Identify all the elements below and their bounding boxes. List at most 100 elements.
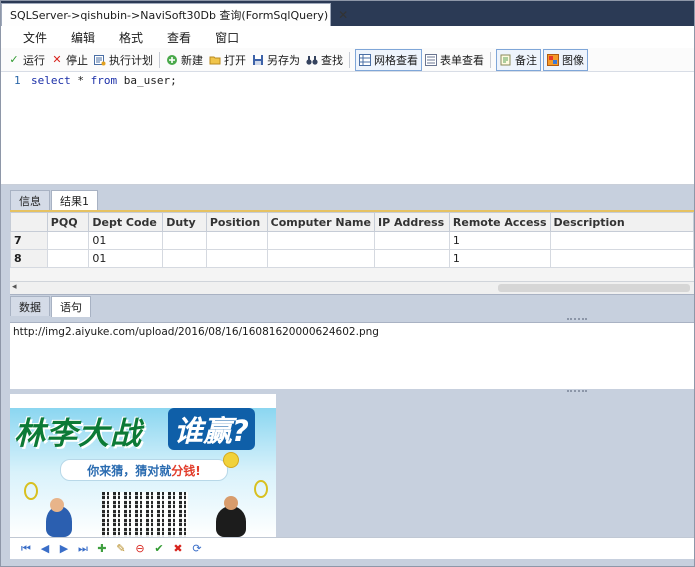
column-header[interactable]: Description — [549, 212, 694, 232]
edit-record-icon[interactable]: ✎ — [113, 541, 129, 557]
document-tab[interactable]: SQLServer->qishubin->NaviSoft30Db 查询(For… — [1, 3, 348, 26]
new-button[interactable]: 新建 — [163, 50, 206, 70]
field-text-value[interactable]: http://img2.aiyuke.com/upload/2016/08/16… — [13, 326, 379, 338]
image-button[interactable]: 图像 — [543, 48, 588, 71]
column-header[interactable]: Position — [205, 212, 268, 232]
grid-cell[interactable] — [266, 231, 375, 250]
column-header[interactable]: Duty — [162, 212, 207, 232]
grid-cell[interactable] — [205, 249, 268, 268]
open-button[interactable]: 打开 — [206, 50, 249, 70]
grid-cell[interactable] — [373, 231, 450, 250]
toolbar-separator — [490, 51, 491, 68]
last-record-icon[interactable]: ⏭ — [75, 541, 91, 557]
tab-info[interactable]: 信息 — [10, 190, 50, 210]
document-tab-strip: SQLServer->qishubin->NaviSoft30Db 查询(For… — [1, 1, 694, 26]
sql-keyword: select — [31, 74, 71, 87]
menu-file[interactable]: 文件 — [1, 29, 59, 46]
column-header[interactable]: Remote Access — [448, 212, 551, 232]
tab-statement[interactable]: 语句 — [51, 296, 91, 317]
save-icon — [252, 54, 264, 66]
grid-cell[interactable]: 1 — [448, 249, 551, 268]
first-record-icon[interactable]: ⏮ — [18, 541, 34, 557]
shuttlecock-icon — [223, 452, 239, 468]
grid-cell[interactable] — [162, 249, 207, 268]
line-number: 1 — [14, 74, 21, 87]
player-left-head-icon — [50, 498, 64, 512]
query-window: SQLServer->qishubin->NaviSoft30Db 查询(For… — [0, 0, 695, 567]
line-gutter: 1 — [1, 72, 23, 184]
prev-record-icon[interactable]: ◀ — [37, 541, 53, 557]
grid-cell[interactable] — [46, 231, 90, 250]
table-row[interactable]: 7 01 1 — [10, 231, 694, 250]
document-tab-title: SQLServer->qishubin->NaviSoft30Db 查询(For… — [10, 9, 329, 22]
close-icon[interactable]: ✕ — [338, 8, 348, 22]
record-navigator: ⏮ ◀ ▶ ⏭ ✚ ✎ ⊖ ✔ ✖ ⟳ — [10, 537, 694, 559]
grid-cell[interactable] — [373, 249, 450, 268]
form-view-label: 表单查看 — [440, 53, 484, 67]
grid-cell[interactable]: 01 — [88, 231, 164, 250]
new-icon — [166, 54, 178, 66]
menu-edit[interactable]: 编辑 — [59, 29, 107, 46]
grid-cell[interactable] — [549, 231, 694, 250]
memo-label: 备注 — [515, 53, 537, 67]
banner-image: 林李大战 谁赢? 你来猜，猜对就 分钱! — [10, 394, 276, 537]
save-as-label: 另存为 — [267, 53, 300, 67]
stop-button[interactable]: ✕ 停止 — [48, 50, 91, 70]
menu-view[interactable]: 查看 — [155, 29, 203, 46]
memo-button[interactable]: 备注 — [496, 48, 541, 71]
sql-editor[interactable]: 1 select * from ba_user; — [1, 72, 694, 185]
explain-button[interactable]: 执行计划 — [91, 50, 156, 70]
refresh-icon[interactable]: ⟳ — [189, 541, 205, 557]
grid-cell[interactable]: 01 — [88, 249, 164, 268]
result-tab-row: 信息 结果1 — [1, 190, 99, 211]
grid-cell[interactable] — [46, 249, 90, 268]
insert-record-icon[interactable]: ✚ — [94, 541, 110, 557]
column-header[interactable]: IP Address — [373, 212, 450, 232]
menu-window[interactable]: 窗口 — [203, 29, 251, 46]
tab-result1[interactable]: 结果1 — [51, 190, 98, 211]
delete-record-icon[interactable]: ⊖ — [132, 541, 148, 557]
grid-header-row: PQQ Dept Code Duty Position Computer Nam… — [10, 212, 694, 232]
column-header[interactable]: Dept Code — [88, 212, 164, 232]
memo-icon — [500, 54, 512, 66]
run-button[interactable]: ✓ 运行 — [5, 50, 48, 70]
result-grid: PQQ Dept Code Duty Position Computer Nam… — [10, 210, 694, 295]
run-label: 运行 — [23, 53, 45, 67]
grid-cell[interactable]: 1 — [448, 231, 551, 250]
scroll-left-icon[interactable]: ◂ — [12, 282, 17, 292]
sql-token: * — [70, 74, 91, 87]
form-icon — [425, 53, 437, 66]
horizontal-scrollbar[interactable]: ◂ — [10, 281, 694, 294]
grid-table: PQQ Dept Code Duty Position Computer Nam… — [10, 212, 694, 268]
menu-format[interactable]: 格式 — [107, 29, 155, 46]
grid-cell[interactable] — [549, 249, 694, 268]
scroll-thumb[interactable] — [498, 284, 690, 292]
grid-cell[interactable] — [162, 231, 207, 250]
form-view-button[interactable]: 表单查看 — [422, 50, 487, 70]
post-record-icon[interactable]: ✔ — [151, 541, 167, 557]
racket-icon — [254, 480, 268, 498]
grid-cell[interactable] — [266, 249, 375, 268]
detail-tab-row: 数据 语句 — [10, 296, 92, 317]
banner-top-strip — [10, 394, 276, 408]
grid-cell[interactable] — [205, 231, 268, 250]
image-label: 图像 — [562, 53, 584, 67]
save-as-button[interactable]: 另存为 — [249, 50, 303, 70]
find-button[interactable]: 查找 — [303, 50, 346, 70]
check-icon: ✓ — [9, 52, 19, 66]
table-row[interactable]: 8 01 1 — [10, 249, 694, 268]
tab-data[interactable]: 数据 — [10, 296, 50, 316]
text-value-panel[interactable]: http://img2.aiyuke.com/upload/2016/08/16… — [10, 322, 694, 389]
column-header[interactable]: Computer Name — [266, 212, 375, 232]
toolbar: ✓ 运行 ✕ 停止 执行计划 新建 打开 另存为 查找 网格查看 表单查看 备注… — [1, 48, 694, 72]
sql-code[interactable]: select * from ba_user; — [31, 74, 177, 87]
qr-code-overlay — [102, 492, 188, 537]
row-number: 7 — [10, 231, 48, 250]
grid-view-button[interactable]: 网格查看 — [355, 48, 422, 71]
sql-token: ba_user; — [117, 74, 177, 87]
cancel-record-icon[interactable]: ✖ — [170, 541, 186, 557]
next-record-icon[interactable]: ▶ — [56, 541, 72, 557]
open-label: 打开 — [224, 53, 246, 67]
column-header[interactable]: PQQ — [46, 212, 90, 232]
row-number-header — [10, 212, 48, 232]
